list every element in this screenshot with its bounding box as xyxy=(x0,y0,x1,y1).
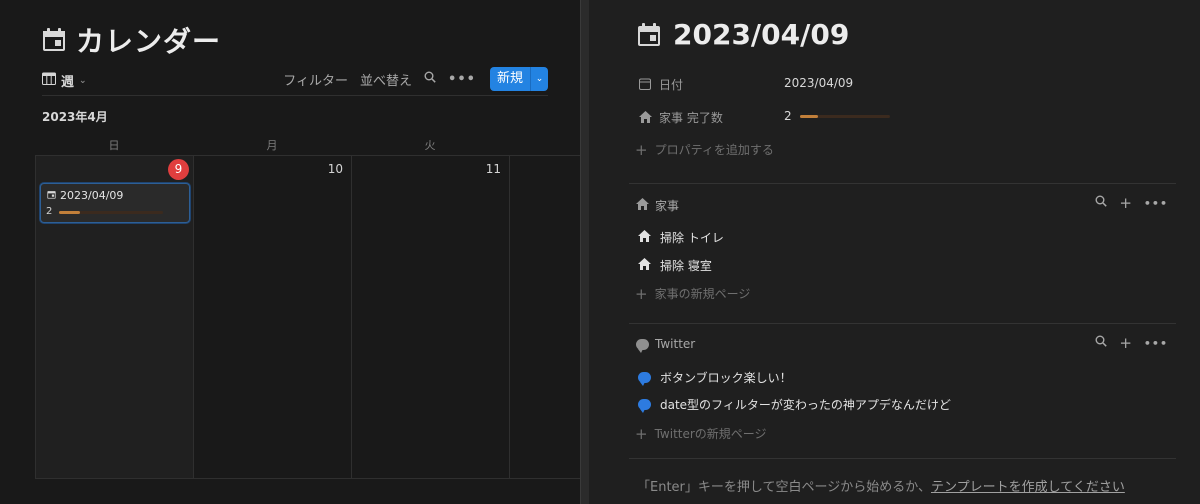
new-dropdown-button[interactable]: ⌄ xyxy=(530,67,548,91)
more-icon[interactable]: ••• xyxy=(1144,197,1168,210)
section-header-twitter[interactable]: Twitter xyxy=(636,337,696,353)
month-label: 2023年4月 xyxy=(42,110,108,124)
section-header-chores[interactable]: 家事 xyxy=(636,197,679,214)
list-item[interactable]: date型のフィルターが変わったの神アプデなんだけど xyxy=(638,396,951,413)
event-progress-fill xyxy=(59,211,80,214)
weekday-label: 日 xyxy=(108,139,120,152)
section-tools: + ••• xyxy=(1095,195,1168,211)
event-title-text: 2023/04/09 xyxy=(60,189,124,202)
search-icon[interactable] xyxy=(1095,195,1108,211)
add-property-label: プロパティを追加する xyxy=(654,143,774,157)
house-icon xyxy=(638,230,651,245)
event-progress-bar xyxy=(59,211,163,214)
property-label: 日付 xyxy=(659,77,684,92)
property-date[interactable]: 日付 xyxy=(637,73,683,95)
day-cell[interactable]: 11 xyxy=(351,156,509,478)
pane-resize-handle[interactable] xyxy=(580,0,589,504)
event-card[interactable]: 2023/04/09 2 xyxy=(40,183,190,223)
plus-icon: + xyxy=(635,424,648,443)
new-button-group: 新規 ⌄ xyxy=(489,67,548,91)
divider xyxy=(35,478,580,479)
calendar-pane: カレンダー 週 ⌄ フィルター 並べ替え ••• 新規 ⌄ 2023年4月 日 … xyxy=(0,0,580,504)
list-item[interactable]: 掃除 トイレ xyxy=(638,229,724,246)
calendar-icon xyxy=(47,189,56,202)
house-icon xyxy=(636,198,649,213)
calendar-icon xyxy=(637,78,653,90)
new-page-button[interactable]: + 家事の新規ページ xyxy=(635,285,750,302)
today-badge: 9 xyxy=(168,159,189,180)
page-pane: 2023/04/09 日付 2023/04/09 家事 完了数 2 + プロパテ… xyxy=(589,0,1200,504)
house-icon xyxy=(637,111,653,123)
view-switcher-button[interactable]: 週 ⌄ xyxy=(42,71,87,90)
create-template-link[interactable]: テンプレートを作成してください xyxy=(931,480,1125,495)
list-item-label: 掃除 トイレ xyxy=(660,231,724,245)
filter-button[interactable]: フィルター xyxy=(283,70,348,89)
speech-bubble-icon xyxy=(638,399,651,413)
search-icon[interactable] xyxy=(424,71,436,87)
new-page-label: Twitterの新規ページ xyxy=(654,427,767,441)
plus-icon: + xyxy=(635,140,648,159)
more-icon[interactable]: ••• xyxy=(1144,337,1168,350)
house-icon xyxy=(638,258,651,273)
event-title: 2023/04/09 xyxy=(47,189,123,202)
search-icon[interactable] xyxy=(1095,335,1108,351)
page-header: 2023/04/09 xyxy=(637,18,849,51)
chore-progress-bar xyxy=(799,114,890,118)
section-title: Twitter xyxy=(655,337,696,351)
section-tools: + ••• xyxy=(1095,335,1168,351)
date-value-text: 2023/04/09 xyxy=(784,76,854,90)
calendar-icon xyxy=(637,22,661,47)
divider xyxy=(629,458,1176,459)
chevron-down-icon: ⌄ xyxy=(535,74,544,84)
page-title[interactable]: 2023/04/09 xyxy=(673,18,849,51)
plus-icon[interactable]: + xyxy=(1119,196,1132,211)
speech-bubble-icon xyxy=(636,338,649,353)
plus-icon[interactable]: + xyxy=(1119,336,1132,351)
weekday-header: 日 月 火 xyxy=(35,134,580,156)
day-number: 10 xyxy=(327,162,343,176)
plus-icon: + xyxy=(635,284,648,303)
grid-calendar-icon xyxy=(42,72,56,89)
day-cell-today[interactable]: 9 2023/04/09 2 xyxy=(35,156,193,478)
calendar-title: カレンダー xyxy=(76,25,222,58)
view-label: 週 xyxy=(61,75,75,90)
property-chore-count-value[interactable]: 2 xyxy=(784,109,890,123)
property-label: 家事 完了数 xyxy=(659,110,723,125)
list-item-label: 掃除 寝室 xyxy=(660,259,712,273)
section-title: 家事 xyxy=(655,199,680,213)
hint-text: 「Enter」キーを押して空白ページから始めるか、 xyxy=(637,480,931,495)
divider xyxy=(629,183,1176,184)
calendar-icon xyxy=(42,28,66,52)
more-button[interactable]: ••• xyxy=(448,72,476,87)
weekday-label: 火 xyxy=(424,139,436,152)
sort-button[interactable]: 並べ替え xyxy=(360,70,412,89)
toolbar-actions: フィルター 並べ替え ••• 新規 ⌄ xyxy=(283,67,548,91)
day-cell[interactable] xyxy=(509,156,580,478)
property-date-value[interactable]: 2023/04/09 xyxy=(784,76,853,90)
list-item-label: ボタンブロック楽しい！ xyxy=(660,371,792,385)
day-number: 11 xyxy=(485,162,501,176)
list-item-label: date型のフィルターが変わったの神アプデなんだけど xyxy=(660,398,951,412)
list-item[interactable]: 掃除 寝室 xyxy=(638,257,712,274)
new-page-label: 家事の新規ページ xyxy=(654,287,751,301)
calendar-toolbar: 週 ⌄ フィルター 並べ替え ••• 新規 ⌄ xyxy=(42,66,548,96)
chore-count-text: 2 xyxy=(784,109,792,123)
new-page-button[interactable]: + Twitterの新規ページ xyxy=(635,425,767,442)
chore-progress-fill xyxy=(799,114,818,118)
divider xyxy=(629,323,1176,324)
empty-page-hint: 「Enter」キーを押して空白ページから始めるか、テンプレートを作成してください xyxy=(637,476,1125,495)
weekday-label: 月 xyxy=(266,139,278,152)
chevron-down-icon: ⌄ xyxy=(79,75,87,86)
speech-bubble-icon xyxy=(638,372,651,386)
add-property-button[interactable]: + プロパティを追加する xyxy=(635,141,774,158)
list-item[interactable]: ボタンブロック楽しい！ xyxy=(638,369,792,386)
day-cell[interactable]: 10 xyxy=(193,156,351,478)
property-chore-count[interactable]: 家事 完了数 xyxy=(637,106,723,128)
calendar-header: カレンダー xyxy=(42,20,221,60)
new-button[interactable]: 新規 xyxy=(489,67,530,91)
event-count: 2 xyxy=(46,206,53,217)
